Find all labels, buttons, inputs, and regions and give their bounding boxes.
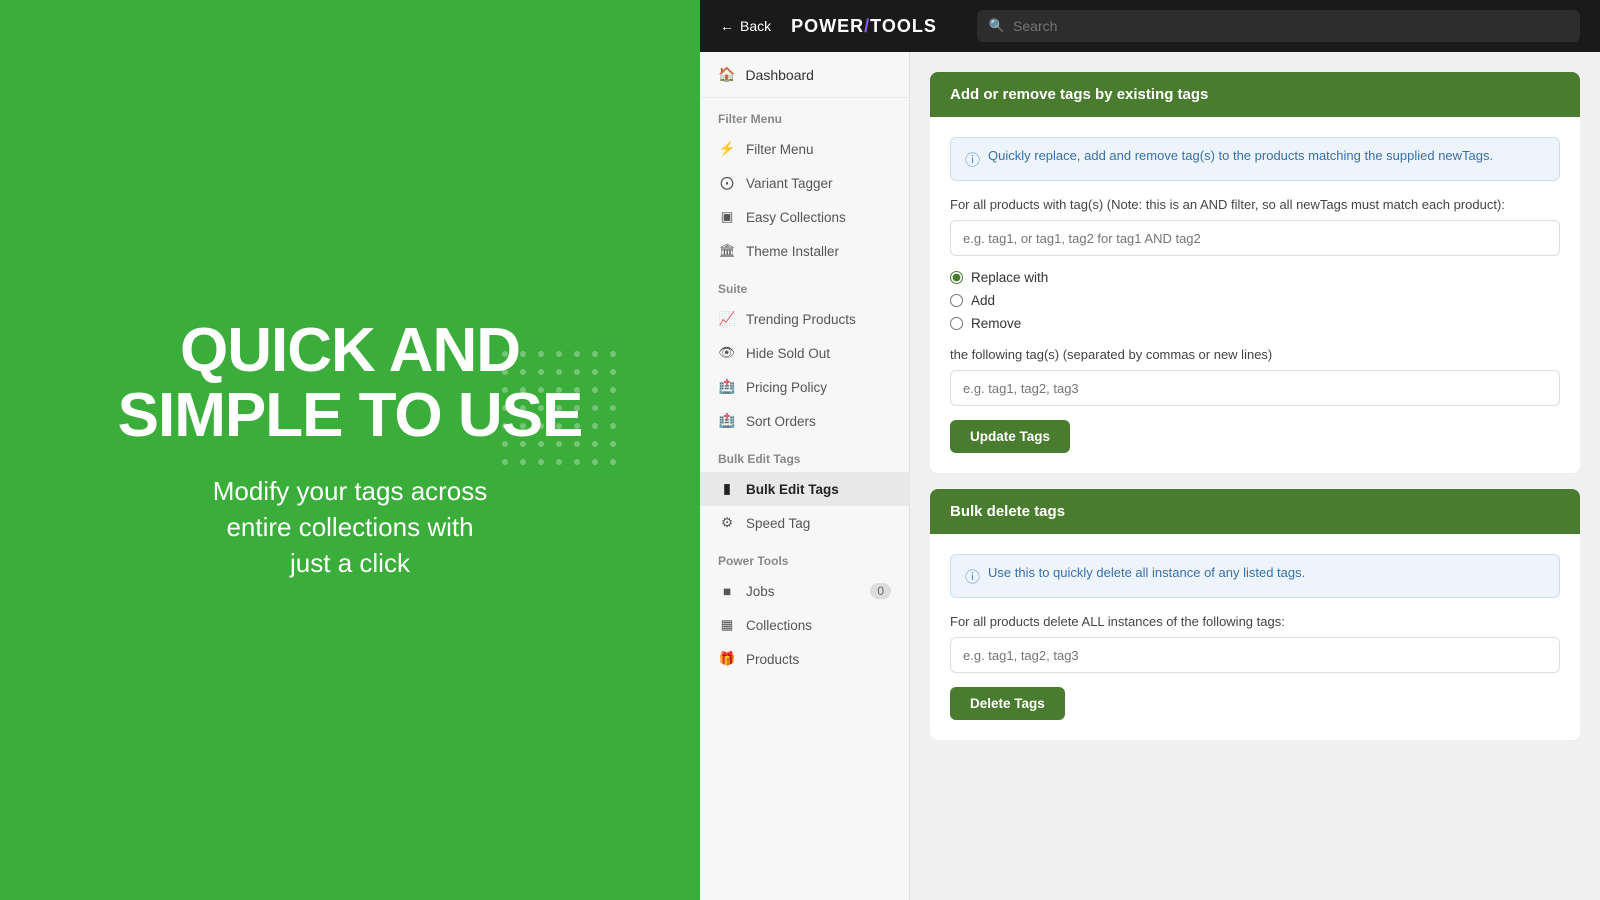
action-radio-group: Replace with Add Remove xyxy=(950,270,1560,331)
search-input[interactable] xyxy=(1013,18,1568,34)
jobs-badge: 0 xyxy=(870,583,891,599)
variant-tagger-icon: ⨀ xyxy=(718,174,736,192)
hero-subtitle: Modify your tags across entire collectio… xyxy=(118,473,583,582)
sidebar-item-theme-installer[interactable]: 🏛 Theme Installer xyxy=(700,234,909,268)
sort-orders-icon: 🏥 xyxy=(718,412,736,430)
radio-remove[interactable]: Remove xyxy=(950,316,1560,331)
products-icon: 🎁 xyxy=(718,650,736,668)
hide-sold-out-icon: 👁 xyxy=(718,344,736,362)
app-logo: POWER/TOOLS xyxy=(791,16,937,37)
app-panel: ← Back POWER/TOOLS 🔍 🏠 Dashboard Filter … xyxy=(700,0,1600,900)
delete-tags-label: For all products delete ALL instances of… xyxy=(950,614,1560,629)
sidebar-item-sort-orders[interactable]: 🏥 Sort Orders xyxy=(700,404,909,438)
update-tags-button[interactable]: Update Tags xyxy=(950,420,1070,453)
bulk-delete-info-icon: ⓘ xyxy=(965,566,980,587)
search-icon: 🔍 xyxy=(989,18,1005,34)
sidebar-item-filter-menu[interactable]: ⚡ Filter Menu xyxy=(700,132,909,166)
dashboard-icon: 🏠 xyxy=(718,66,735,83)
bulk-delete-tags-header: Bulk delete tags xyxy=(930,489,1580,534)
bulk-edit-tags-icon: ▮ xyxy=(718,480,736,498)
delete-tags-input[interactable] xyxy=(950,637,1560,673)
theme-installer-icon: 🏛 xyxy=(718,242,736,260)
following-tags-input[interactable] xyxy=(950,370,1560,406)
filter-menu-header: Filter Menu xyxy=(700,98,909,132)
bulk-edit-header: Bulk Edit Tags xyxy=(700,438,909,472)
delete-tags-button[interactable]: Delete Tags xyxy=(950,687,1065,720)
pricing-policy-icon: 🏥 xyxy=(718,378,736,396)
sidebar-item-dashboard[interactable]: 🏠 Dashboard xyxy=(700,52,909,98)
sidebar-item-products[interactable]: 🎁 Products xyxy=(700,642,909,676)
suite-header: Suite xyxy=(700,268,909,302)
sidebar: 🏠 Dashboard Filter Menu ⚡ Filter Menu ⨀ … xyxy=(700,52,910,900)
collections-icon: ▦ xyxy=(718,616,736,634)
info-icon: ⓘ xyxy=(965,149,980,170)
hero-title: QUICK AND SIMPLE TO USE xyxy=(118,318,583,448)
sidebar-item-trending-products[interactable]: 📈 Trending Products xyxy=(700,302,909,336)
radio-add[interactable]: Add xyxy=(950,293,1560,308)
sidebar-item-speed-tag[interactable]: ⚙ Speed Tag xyxy=(700,506,909,540)
search-bar: 🔍 xyxy=(977,10,1580,42)
back-arrow-icon: ← xyxy=(720,18,734,34)
bulk-delete-tags-card: Bulk delete tags ⓘ Use this to quickly d… xyxy=(930,489,1580,740)
left-panel: QUICK AND SIMPLE TO USE Modify your tags… xyxy=(0,0,700,900)
add-remove-tags-body: ⓘ Quickly replace, add and remove tag(s)… xyxy=(930,117,1580,473)
speed-tag-icon: ⚙ xyxy=(718,514,736,532)
main-content: 🏠 Dashboard Filter Menu ⚡ Filter Menu ⨀ … xyxy=(700,52,1600,900)
sidebar-item-hide-sold-out[interactable]: 👁 Hide Sold Out xyxy=(700,336,909,370)
add-remove-tags-header: Add or remove tags by existing tags xyxy=(930,72,1580,117)
sidebar-item-easy-collections[interactable]: ▣ Easy Collections xyxy=(700,200,909,234)
trending-products-icon: 📈 xyxy=(718,310,736,328)
filter-menu-icon: ⚡ xyxy=(718,140,736,158)
sidebar-item-bulk-edit-tags[interactable]: ▮ Bulk Edit Tags xyxy=(700,472,909,506)
sidebar-item-collections[interactable]: ▦ Collections xyxy=(700,608,909,642)
sidebar-item-jobs[interactable]: ■ Jobs 0 xyxy=(700,574,909,608)
add-remove-info-box: ⓘ Quickly replace, add and remove tag(s)… xyxy=(950,137,1560,181)
back-button[interactable]: ← Back xyxy=(720,18,771,34)
sidebar-item-pricing-policy[interactable]: 🏥 Pricing Policy xyxy=(700,370,909,404)
existing-tags-input[interactable] xyxy=(950,220,1560,256)
easy-collections-icon: ▣ xyxy=(718,208,736,226)
radio-replace-with[interactable]: Replace with xyxy=(950,270,1560,285)
top-bar: ← Back POWER/TOOLS 🔍 xyxy=(700,0,1600,52)
add-remove-tags-card: Add or remove tags by existing tags ⓘ Qu… xyxy=(930,72,1580,473)
bulk-delete-info-box: ⓘ Use this to quickly delete all instanc… xyxy=(950,554,1560,598)
jobs-icon: ■ xyxy=(718,582,736,600)
existing-tags-label: For all products with tag(s) (Note: this… xyxy=(950,197,1560,212)
sidebar-item-variant-tagger[interactable]: ⨀ Variant Tagger xyxy=(700,166,909,200)
content-area: Add or remove tags by existing tags ⓘ Qu… xyxy=(910,52,1600,900)
following-tags-label: the following tag(s) (separated by comma… xyxy=(950,347,1560,362)
bulk-delete-tags-body: ⓘ Use this to quickly delete all instanc… xyxy=(930,534,1580,740)
power-tools-header: Power Tools xyxy=(700,540,909,574)
hero-text: QUICK AND SIMPLE TO USE Modify your tags… xyxy=(118,318,583,581)
